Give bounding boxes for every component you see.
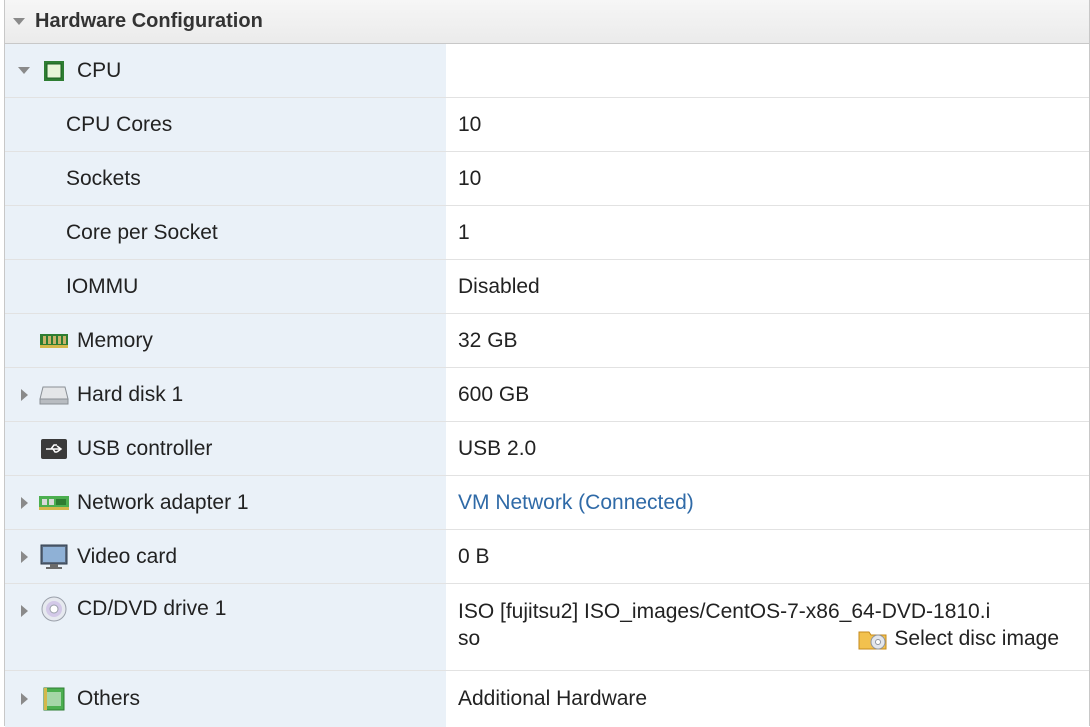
row-label-text: IOMMU [66,274,139,298]
hard-disk-icon [39,383,69,407]
row-cpu-cores: CPU Cores 10 [5,98,1089,152]
panel-title: Hardware Configuration [35,10,263,32]
row-label-text: Memory [77,328,153,352]
hardware-table: CPU CPU Cores 10 Sockets 10 Core per Soc… [5,44,1089,727]
row-value[interactable]: 10 [446,152,1089,205]
cpu-icon [39,59,69,83]
network-adapter-icon [39,491,69,515]
row-label-text: Core per Socket [66,220,218,244]
usb-icon [39,437,69,461]
select-disc-image-label[interactable]: Select disc image [894,627,1059,651]
row-label-text: Others [77,687,141,710]
panel-header[interactable]: Hardware Configuration [5,0,1089,44]
row-label: Sockets [5,152,446,205]
row-label: CPU Cores [5,98,446,151]
row-video-card: Video card 0 B [5,530,1089,584]
row-label: USB controller [5,422,446,475]
expand-toggle[interactable] [17,693,31,705]
row-network-adapter: Network adapter 1 VM Network (Connected) [5,476,1089,530]
caret-right-icon[interactable] [20,496,28,509]
caret-right-icon[interactable] [20,550,28,563]
row-value[interactable]: Additional Hardware [446,671,1089,727]
expand-toggle[interactable] [17,496,31,509]
row-others: Others Additional Hardware [5,671,1089,727]
row-label: Video card [5,530,446,583]
row-label: CPU [5,44,446,97]
row-value[interactable]: Disabled [446,260,1089,313]
row-label-text: Network adapter 1 [77,490,249,514]
row-label-text: Video card [77,544,178,568]
row-label-text: CPU [77,58,122,82]
caret-right-icon[interactable] [20,693,28,705]
row-value[interactable]: 32 GB [446,314,1089,367]
network-connection-link[interactable]: VM Network (Connected) [458,491,694,515]
row-value[interactable]: 10 [446,98,1089,151]
caret-right-icon[interactable] [20,388,28,401]
cd-dvd-icon [39,596,69,622]
row-value[interactable]: 0 B [446,530,1089,583]
row-label: IOMMU [5,260,446,313]
row-value[interactable]: VM Network (Connected) [446,476,1089,529]
row-core-per-socket: Core per Socket 1 [5,206,1089,260]
row-label-text: Hard disk 1 [77,382,184,406]
memory-icon [39,329,69,353]
iso-path-text: ISO [fujitsu2] ISO_images/CentOS-7-x86_6… [458,600,991,623]
monitor-icon [39,544,69,569]
row-label: Network adapter 1 [5,476,446,529]
expand-toggle[interactable] [17,550,31,563]
expand-toggle[interactable] [17,67,31,74]
row-hard-disk: Hard disk 1 600 GB [5,368,1089,422]
row-usb-controller: USB controller USB 2.0 [5,422,1089,476]
row-label: CD/DVD drive 1 [5,584,446,670]
row-label-text: CD/DVD drive 1 [77,597,227,620]
row-value[interactable]: 1 [446,206,1089,259]
row-memory: Memory 32 GB [5,314,1089,368]
others-icon [39,687,69,711]
row-label-text: USB controller [77,436,213,460]
expand-toggle[interactable] [17,388,31,401]
row-sockets: Sockets 10 [5,152,1089,206]
caret-right-icon[interactable] [20,605,28,617]
hardware-configuration-panel: Hardware Configuration CPU CPU Cores 10 … [4,0,1090,727]
iso-path-text-continued: so [458,627,481,650]
row-label: Others [5,671,446,727]
row-label: Core per Socket [5,206,446,259]
row-value[interactable]: USB 2.0 [446,422,1089,475]
row-iommu: IOMMU Disabled [5,260,1089,314]
folder-icon[interactable] [858,627,888,651]
expand-toggle[interactable] [17,605,31,617]
caret-down-icon[interactable] [18,67,30,74]
row-value[interactable]: ISO [fujitsu2] ISO_images/CentOS-7-x86_6… [446,584,1089,670]
row-cd-dvd-drive: CD/DVD drive 1 ISO [fujitsu2] ISO_images… [5,584,1089,671]
row-label-text: CPU Cores [66,112,173,136]
select-disc-image-button[interactable]: Select disc image [858,627,1059,651]
collapse-caret-icon[interactable] [13,18,25,25]
row-cpu: CPU [5,44,1089,98]
row-value[interactable]: 600 GB [446,368,1089,421]
row-value [446,44,1089,97]
row-label-text: Sockets [66,166,141,190]
row-label: Memory [5,314,446,367]
row-label: Hard disk 1 [5,368,446,421]
